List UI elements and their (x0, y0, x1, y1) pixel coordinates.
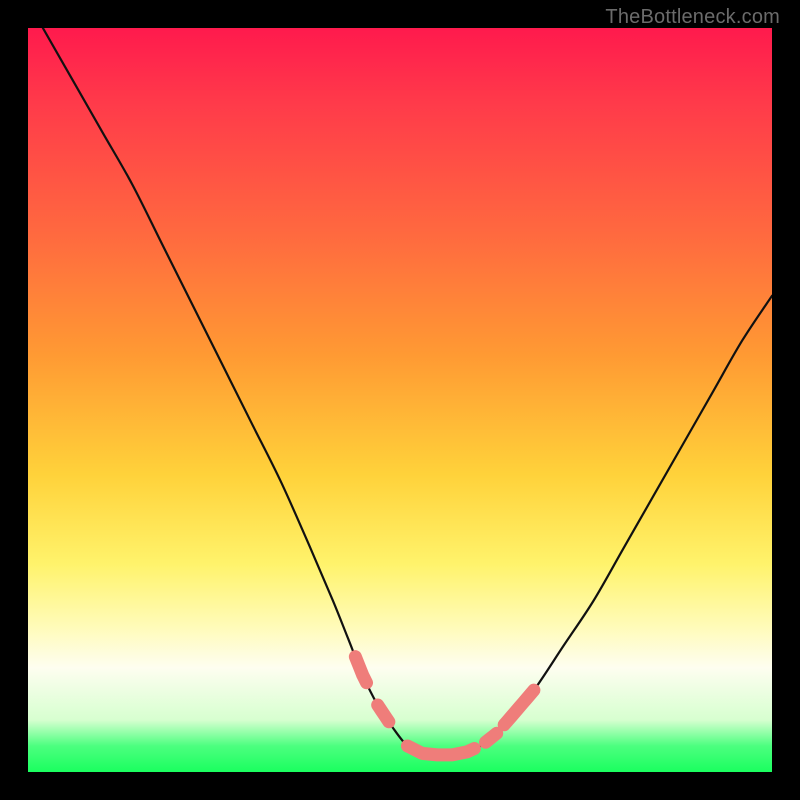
accent-segment (407, 746, 474, 755)
accent-segment (504, 690, 534, 725)
bottleneck-curve (28, 28, 772, 772)
accent-segment (355, 657, 366, 683)
accent-segment (486, 733, 497, 742)
plot-area (28, 28, 772, 772)
curve-path (43, 28, 772, 755)
attribution-text: TheBottleneck.com (605, 6, 780, 29)
accent-segment (378, 705, 389, 722)
chart-frame: TheBottleneck.com (0, 0, 800, 800)
accent-segments (355, 657, 534, 755)
